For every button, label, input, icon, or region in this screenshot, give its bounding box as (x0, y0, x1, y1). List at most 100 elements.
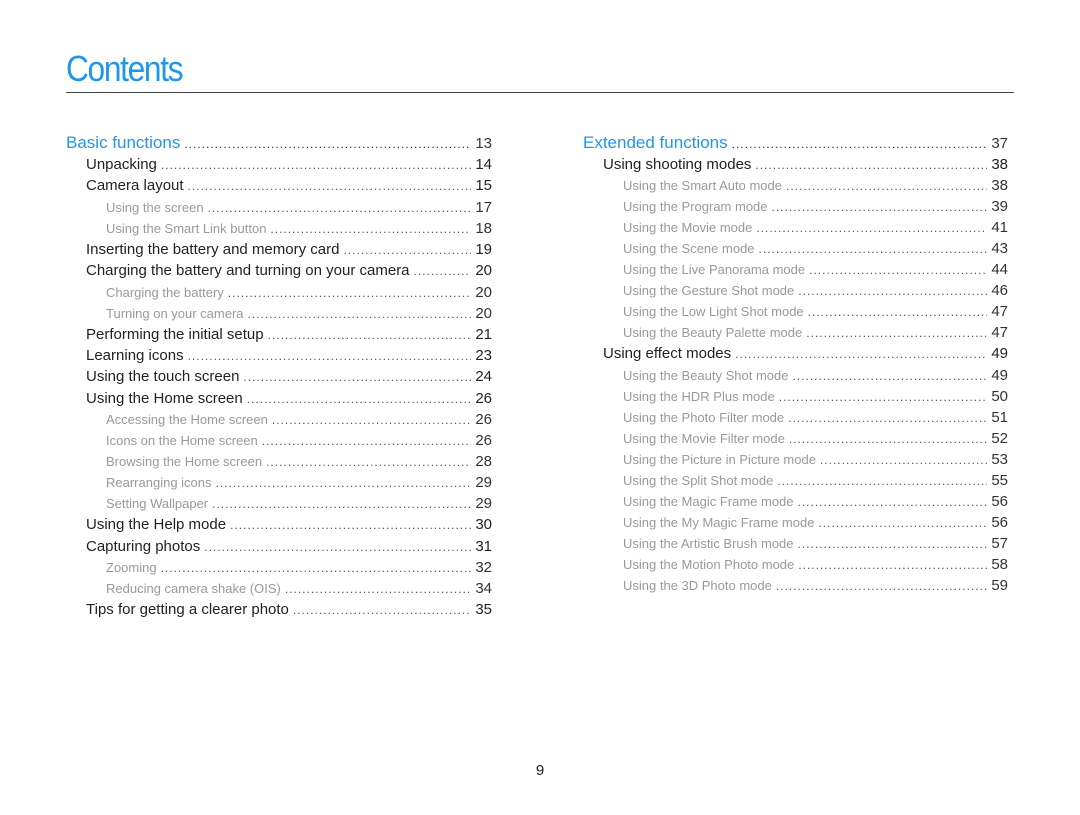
toc-entry-label: Using the Beauty Shot mode (623, 367, 789, 383)
toc-entry-label: Using the 3D Photo mode (623, 577, 772, 593)
toc-entry[interactable]: Using the Home screen 26 (66, 388, 492, 409)
dot-leader (756, 218, 987, 238)
dot-leader (270, 219, 471, 239)
toc-section-heading[interactable]: Extended functions 37 (583, 131, 1008, 154)
toc-entry-label: Using the Help mode (86, 516, 227, 534)
toc-subentry[interactable]: Turning on your camera 20 (66, 303, 492, 324)
toc-entry-label: Using the Split Shot mode (623, 472, 774, 488)
toc-subentry[interactable]: Using the Motion Photo mode 58 (583, 554, 1008, 575)
toc-section-heading[interactable]: Basic functions 13 (66, 131, 492, 154)
toc-entry-page: 46 (991, 282, 1008, 300)
toc-subentry[interactable]: Using the 3D Photo mode 59 (583, 575, 1008, 596)
toc-entry-label: Using the Artistic Brush mode (623, 535, 794, 551)
toc-entry-page: 51 (991, 408, 1008, 426)
dot-leader (230, 515, 471, 535)
toc-entry-label: Performing the initial setup (86, 325, 264, 343)
toc-entry-label: Turning on your camera (106, 305, 244, 321)
toc-entry[interactable]: Tips for getting a clearer photo 35 (66, 599, 492, 620)
toc-entry[interactable]: Learning icons 23 (66, 345, 492, 366)
toc-entry-label: Using shooting modes (603, 156, 752, 173)
dot-leader (268, 325, 472, 345)
toc-entry-page: 30 (475, 516, 492, 534)
toc-subentry[interactable]: Accessing the Home screen 26 (66, 409, 492, 430)
dot-leader (798, 555, 987, 575)
dot-leader (776, 576, 987, 596)
toc-entry-label: Using the Smart Link button (106, 220, 267, 236)
dot-leader (228, 283, 472, 303)
toc-entry-page: 29 (475, 495, 492, 513)
toc-entry-page: 55 (991, 471, 1008, 489)
toc-column-right: Extended functions 37 Using shooting modes… (583, 131, 1008, 596)
toc-entry[interactable]: Using shooting modes 38 (583, 154, 1008, 175)
toc-subentry[interactable]: Using the My Magic Frame mode 56 (583, 512, 1008, 533)
toc-subentry[interactable]: Using the HDR Plus mode 50 (583, 386, 1008, 407)
dot-leader (755, 155, 987, 175)
toc-entry-page: 21 (475, 325, 492, 343)
page-title: Contents (66, 48, 184, 89)
toc-subentry[interactable]: Using the Program mode 39 (583, 196, 1008, 217)
toc-subentry[interactable]: Using the Smart Link button 18 (66, 218, 492, 239)
toc-subentry[interactable]: Rearranging icons 29 (66, 472, 492, 493)
toc-subentry[interactable]: Using the Photo Filter mode 51 (583, 407, 1008, 428)
dot-leader (266, 452, 471, 472)
toc-entry-label: Using the Smart Auto mode (623, 178, 782, 194)
dot-leader (806, 323, 987, 343)
toc-entry-label: Charging the battery and turning on your… (86, 262, 410, 280)
toc-entry[interactable]: Capturing photos 31 (66, 536, 492, 557)
toc-entry-page: 20 (475, 304, 492, 322)
toc-subentry[interactable]: Using the Movie Filter mode 52 (583, 428, 1008, 449)
toc-entry-label: Using the touch screen (86, 368, 240, 386)
toc-subentry[interactable]: Using the Artistic Brush mode 57 (583, 533, 1008, 554)
toc-subentry[interactable]: Using the Smart Auto mode 38 (583, 175, 1008, 196)
toc-subentry[interactable]: Using the Low Light Shot mode 47 (583, 301, 1008, 322)
toc-entry-label: Using the Gesture Shot mode (623, 283, 795, 299)
toc-subentry[interactable]: Icons on the Home screen 26 (66, 430, 492, 451)
dot-leader (293, 600, 471, 620)
toc-entry[interactable]: Inserting the battery and memory card 19 (66, 239, 492, 260)
toc-entry-page: 23 (475, 346, 492, 364)
toc-subentry[interactable]: Zooming 32 (66, 557, 492, 578)
toc-entry-page: 29 (475, 474, 492, 492)
toc-entry[interactable]: Performing the initial setup 21 (66, 324, 492, 345)
toc-subentry[interactable]: Using the Beauty Palette mode 47 (583, 322, 1008, 343)
toc-entry-page: 15 (475, 177, 492, 195)
toc-subentry[interactable]: Using the Scene mode 43 (583, 238, 1008, 259)
toc-entry[interactable]: Camera layout 15 (66, 175, 492, 196)
toc-entry[interactable]: Unpacking 14 (66, 154, 492, 175)
toc-subentry[interactable]: Using the Live Panorama mode 44 (583, 259, 1008, 280)
toc-subentry[interactable]: Charging the battery 20 (66, 282, 492, 303)
toc-entry-page: 56 (991, 492, 1008, 510)
toc-entry-label: Using the HDR Plus mode (623, 388, 775, 404)
toc-entry-page: 34 (475, 579, 492, 597)
toc-entry-label: Using the Home screen (86, 389, 243, 407)
toc-entry-page: 47 (991, 324, 1008, 342)
toc-entry-page: 59 (991, 576, 1008, 594)
toc-entry-label: Zooming (106, 559, 157, 575)
dot-leader (732, 133, 988, 154)
toc-subentry[interactable]: Using the screen 17 (66, 197, 492, 218)
toc-entry[interactable]: Using the Help mode 30 (66, 514, 492, 535)
toc-entry-label: Using the Live Panorama mode (623, 262, 806, 278)
toc-subentry[interactable]: Browsing the Home screen 28 (66, 451, 492, 472)
toc-subentry[interactable]: Using the Movie mode 41 (583, 217, 1008, 238)
dot-leader (809, 260, 987, 280)
toc-entry[interactable]: Using effect modes 49 (583, 343, 1008, 364)
toc-entry-page: 53 (991, 450, 1008, 468)
toc-subentry[interactable]: Reducing camera shake (OIS) 34 (66, 578, 492, 599)
toc-subentry[interactable]: Using the Beauty Shot mode 49 (583, 365, 1008, 386)
toc-subentry[interactable]: Using the Gesture Shot mode 46 (583, 280, 1008, 301)
toc-subentry[interactable]: Setting Wallpaper 29 (66, 493, 492, 514)
toc-entry-label: Using the Beauty Palette mode (623, 325, 803, 341)
toc-entry-page: 32 (475, 558, 492, 576)
toc-entry[interactable]: Using the touch screen 24 (66, 366, 492, 387)
toc-entry-page: 52 (991, 429, 1008, 447)
toc-entry-page: 38 (991, 177, 1008, 195)
toc-subentry[interactable]: Using the Magic Frame mode 56 (583, 491, 1008, 512)
toc-entry-page: 28 (475, 453, 492, 471)
toc-entry-page: 58 (991, 555, 1008, 573)
toc-entry[interactable]: Charging the battery and turning on your… (66, 260, 492, 281)
toc-subentry[interactable]: Using the Picture in Picture mode 53 (583, 449, 1008, 470)
toc-entry-page: 19 (475, 240, 492, 258)
toc-entry-label: Basic functions (66, 133, 181, 152)
toc-subentry[interactable]: Using the Split Shot mode 55 (583, 470, 1008, 491)
